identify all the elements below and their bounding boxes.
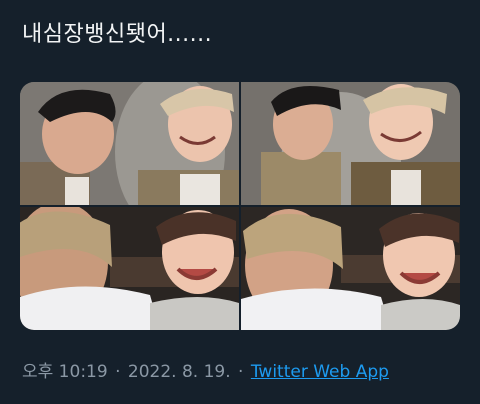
photo-1-image — [20, 82, 239, 205]
tweet-source-link[interactable]: Twitter Web App — [251, 362, 389, 382]
separator: · — [238, 362, 244, 382]
photo-4-image — [241, 207, 460, 330]
separator: · — [115, 362, 121, 382]
tweet-photo-1[interactable] — [20, 82, 239, 205]
tweet-date[interactable]: 2022. 8. 19. — [128, 362, 231, 382]
tweet-photo-3[interactable] — [20, 207, 239, 330]
tweet-photo-4[interactable] — [241, 207, 460, 330]
media-grid — [20, 82, 460, 330]
tweet-photo-2[interactable] — [241, 82, 460, 205]
tweet-text: 내심장뱅신됏어...... — [22, 22, 213, 47]
tweet-metadata: 오후 10:19 · 2022. 8. 19. · Twitter Web Ap… — [22, 358, 389, 386]
photo-2-image — [241, 82, 460, 205]
tweet-time[interactable]: 오후 10:19 — [22, 362, 108, 382]
photo-3-image — [20, 207, 239, 330]
